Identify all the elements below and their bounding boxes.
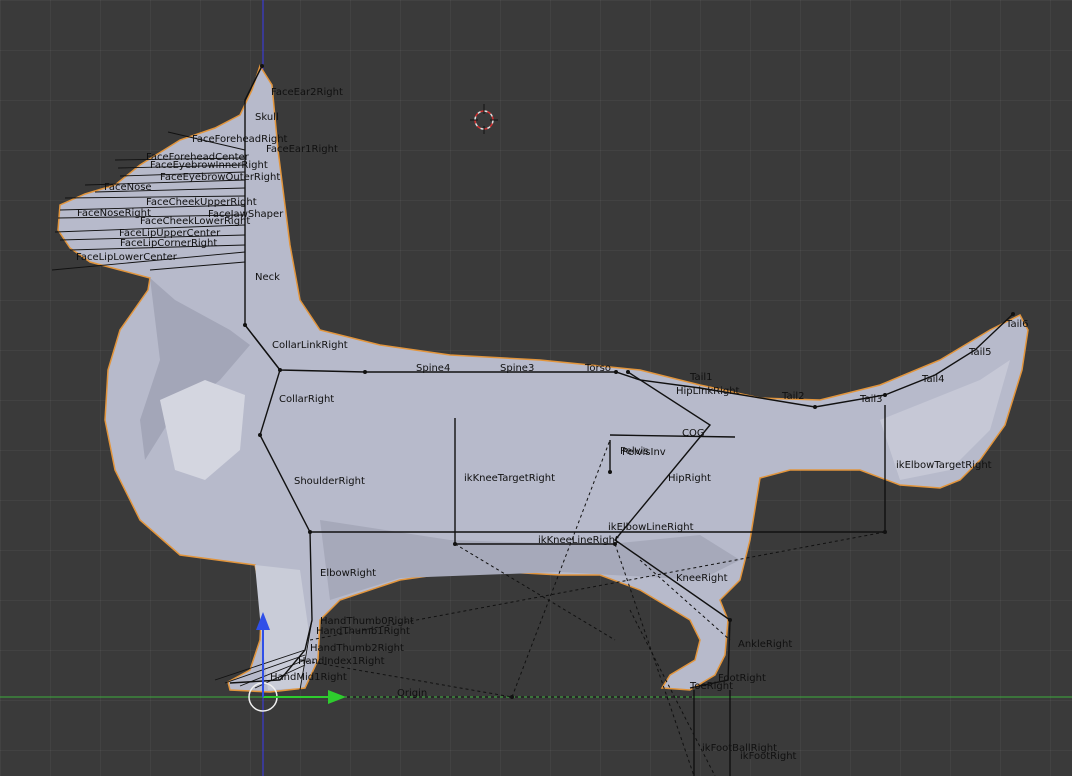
bone-label[interactable]: Tail2: [781, 391, 805, 402]
bone-label[interactable]: CollarRight: [279, 394, 334, 405]
bone-label[interactable]: FaceEyebrowOuterRight: [160, 172, 280, 183]
bone-label[interactable]: ikKneeTargetRight: [464, 473, 555, 484]
bone-label[interactable]: Tail3: [859, 394, 883, 405]
bone-label[interactable]: Tail6: [1005, 319, 1029, 330]
bone-label[interactable]: FaceJawShaper: [208, 209, 284, 220]
bone-label[interactable]: COG: [682, 428, 705, 439]
bone-label[interactable]: Origin: [397, 688, 427, 699]
bone-label[interactable]: FaceEar2Right: [271, 87, 343, 98]
scene-canvas[interactable]: FaceEar2Right Skull FaceForeheadRight Fa…: [0, 0, 1072, 776]
bone-label[interactable]: PelvisInv: [622, 447, 666, 458]
bone-label[interactable]: HandMid1Right: [270, 672, 347, 683]
bone-label[interactable]: ikElbowTargetRight: [896, 460, 992, 471]
bone-label[interactable]: ikElbowLineRight: [608, 522, 694, 533]
bone-label[interactable]: Skull: [255, 112, 279, 123]
bone-label[interactable]: FaceCheekUpperRight: [146, 197, 257, 208]
3d-viewport[interactable]: FaceEar2Right Skull FaceForeheadRight Fa…: [0, 0, 1072, 776]
bone-label[interactable]: AnkleRight: [738, 639, 792, 650]
bone-label[interactable]: KneeRight: [676, 573, 728, 584]
bone-label[interactable]: Neck: [255, 272, 280, 283]
bone-label[interactable]: ikKneeLineRight: [538, 535, 619, 546]
bone-label[interactable]: ikFootRight: [740, 751, 797, 762]
bone-label[interactable]: FaceLipLowerCenter: [76, 252, 178, 263]
3d-cursor-icon[interactable]: [470, 104, 498, 134]
bone-label[interactable]: Tail4: [921, 374, 945, 385]
bone-label[interactable]: FaceEyebrowInnerRight: [150, 160, 268, 171]
bone-label[interactable]: Torso: [584, 363, 611, 374]
bone-label[interactable]: Tail5: [968, 347, 992, 358]
manipulator-x-arrow-icon[interactable]: [328, 690, 346, 704]
bone-label[interactable]: FaceLipCornerRight: [120, 238, 217, 249]
bone-label[interactable]: ShoulderRight: [294, 476, 365, 487]
bone-label[interactable]: HipRight: [668, 473, 711, 484]
bone-label[interactable]: HipLinkRight: [676, 386, 740, 397]
bone-label[interactable]: ElbowRight: [320, 568, 376, 579]
bone-label[interactable]: HandThumb2Right: [310, 643, 404, 654]
bone-label[interactable]: Spine4: [416, 363, 450, 374]
bone-label[interactable]: FaceEar1Right: [266, 144, 338, 155]
bone-label[interactable]: FaceNose: [104, 182, 152, 193]
bone-label[interactable]: Spine3: [500, 363, 534, 374]
bone-label[interactable]: HandThumb1Right: [316, 626, 410, 637]
bone-label[interactable]: ToeRight: [689, 681, 733, 692]
bone-label[interactable]: Tail1: [689, 372, 713, 383]
bone-label[interactable]: HandIndex1Right: [298, 656, 385, 667]
bone-label[interactable]: CollarLinkRight: [272, 340, 348, 351]
